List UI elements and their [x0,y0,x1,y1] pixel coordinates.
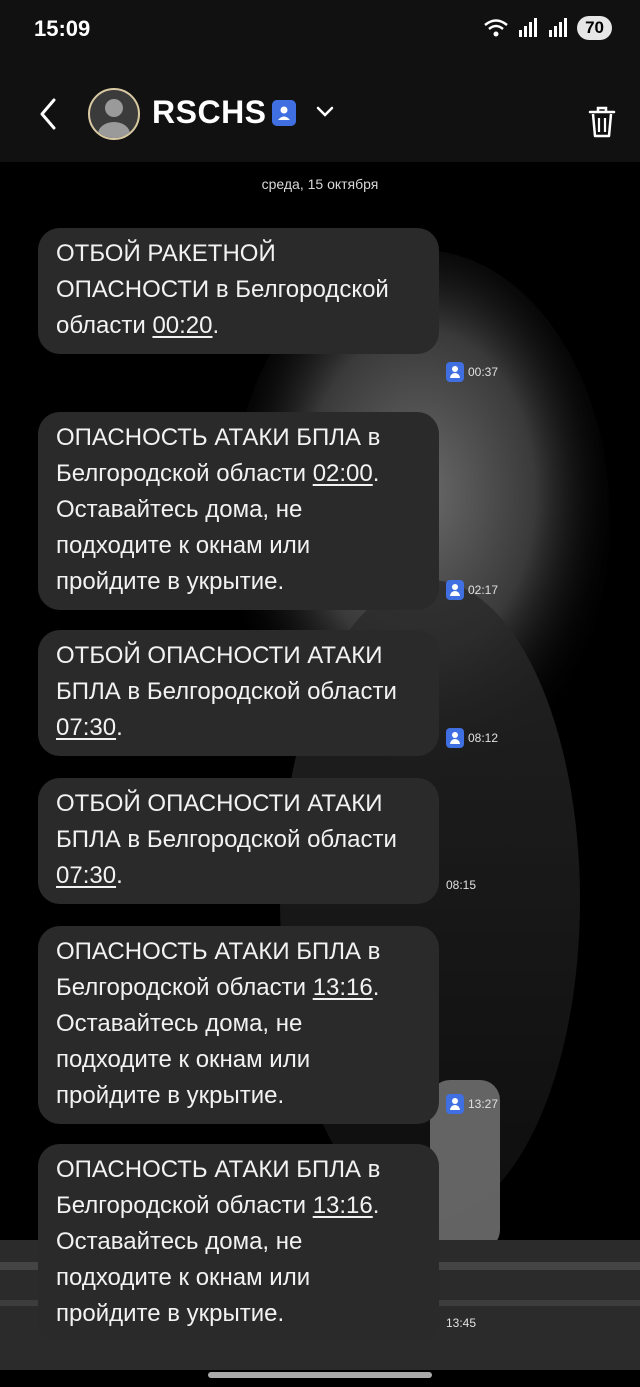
contact-card-icon [272,100,296,126]
trash-icon[interactable] [586,102,618,142]
message-bubble[interactable]: ОТБОЙ РАКЕТНОЙ ОПАСНОСТИ в Белгородской … [38,228,439,354]
message-bubble[interactable]: ОТБОЙ ОПАСНОСТИ АТАКИ БПЛА в Белгородско… [38,778,439,904]
received-time: 08:12 [468,731,499,745]
chevron-down-icon[interactable] [314,104,336,120]
message-time-link[interactable]: 13:16 [313,1192,373,1219]
received-time: 08:15 [446,878,477,892]
message-text-end: . [212,312,220,339]
sim-profile-icon [446,1094,464,1114]
contact-name[interactable]: RSCHS [152,94,267,131]
person-avatar-icon [98,99,130,138]
message-text-end: . [116,862,123,889]
conversation-header: RSCHS [0,60,640,162]
received-time: 13:45 [446,1316,477,1330]
message-meta: 00:37 [446,362,498,382]
home-indicator[interactable] [208,1372,432,1378]
message-bubble[interactable]: ОПАСНОСТЬ АТАКИ БПЛА в Белгородской обла… [38,926,439,1124]
sim-profile-icon [446,580,464,600]
message-bubble[interactable]: ОТБОЙ ОПАСНОСТИ АТАКИ БПЛА в Белгородско… [38,630,439,756]
status-time: 15:09 [34,16,91,41]
battery-level: 70 [577,16,612,40]
message-bubble[interactable]: ОПАСНОСТЬ АТАКИ БПЛА в Белгородской обла… [38,412,439,610]
date-separator: среда, 15 октября [261,176,379,192]
received-time: 02:17 [468,583,499,597]
sim-profile-icon [446,362,464,382]
status-icons: 70 [483,16,612,40]
received-time: 00:37 [468,365,499,379]
sim-profile-icon [446,728,464,748]
message-bubble[interactable]: ОПАСНОСТЬ АТАКИ БПЛА в Белгородской обла… [38,1144,439,1342]
message-meta: 08:12 [446,728,498,748]
wifi-icon [484,19,508,37]
message-time-link[interactable]: 07:30 [56,862,116,889]
message-meta: 13:27 [446,1094,498,1114]
message-text-end: . [116,714,123,741]
message-text: ОТБОЙ ОПАСНОСТИ АТАКИ БПЛА в Белгородско… [56,642,397,705]
back-arrow-icon[interactable] [34,94,64,134]
message-meta: 13:45 [446,1316,476,1330]
signal-icon-2 [549,18,568,37]
message-text: ОТБОЙ ОПАСНОСТИ АТАКИ БПЛА в Белгородско… [56,790,397,853]
contact-avatar[interactable] [88,88,140,140]
message-meta: 02:17 [446,580,498,600]
status-bar: 15:09 70 [0,0,640,60]
message-time-link[interactable]: 07:30 [56,714,116,741]
message-text: ОТБОЙ РАКЕТНОЙ ОПАСНОСТИ в Белгородской … [56,240,389,339]
message-time-link[interactable]: 00:20 [152,312,212,339]
signal-icon [519,18,538,37]
message-time-link[interactable]: 13:16 [313,974,373,1001]
message-meta: 08:15 [446,878,476,892]
message-time-link[interactable]: 02:00 [313,460,373,487]
received-time: 13:27 [468,1097,499,1111]
